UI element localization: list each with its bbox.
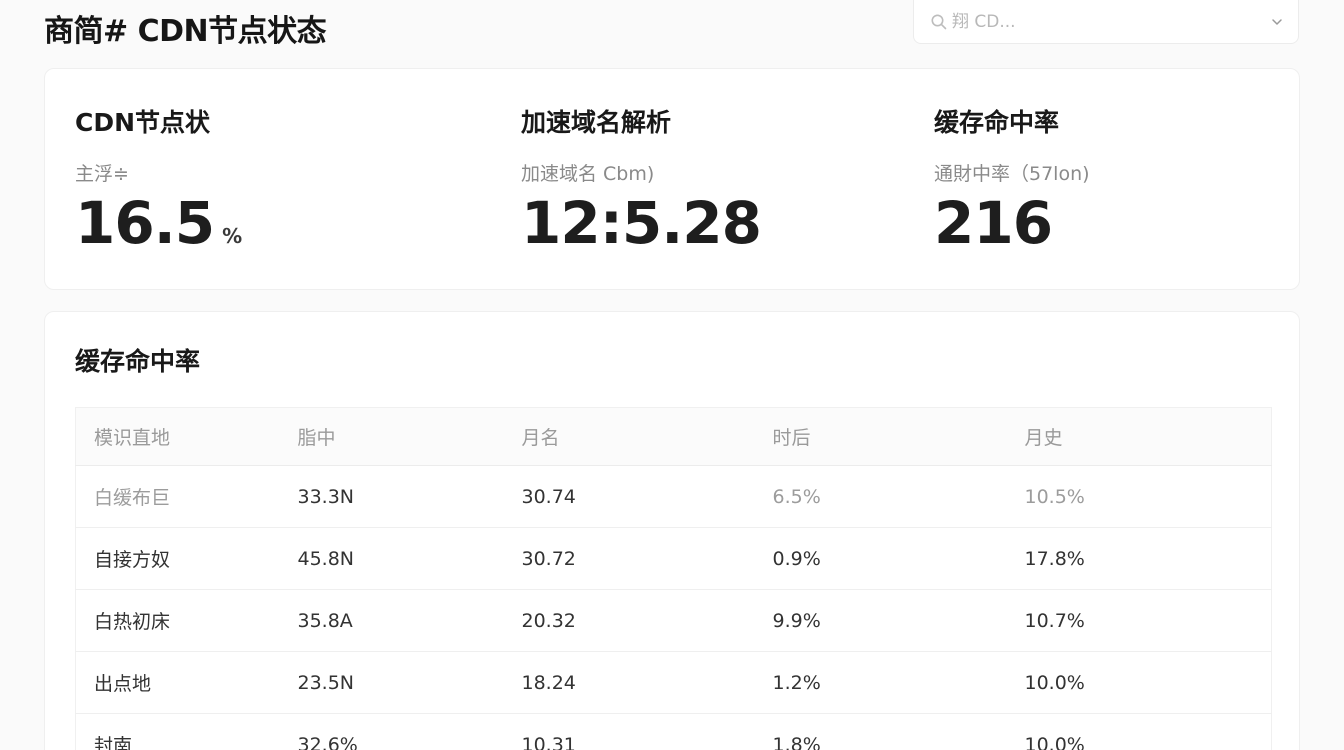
- table-cell: 6.5%: [754, 465, 1007, 528]
- stat-value-row: 12:5.28: [521, 187, 762, 259]
- table-row[interactable]: 白缓布巨 33.3N 30.74 6.5% 10.5%: [75, 465, 1272, 528]
- search-icon: [931, 14, 947, 29]
- data-table: 模识直地 脂中 月名 时后 月史 白缓布巨 33.3N 30.74 6.5% 1…: [75, 407, 1272, 750]
- search-box[interactable]: [913, 0, 1299, 44]
- search-input[interactable]: [952, 11, 1270, 32]
- column-header[interactable]: 时后: [754, 407, 1007, 466]
- table-cell: 35.8A: [279, 589, 504, 652]
- table-row[interactable]: 白热初床 35.8A 20.32 9.9% 10.7%: [75, 589, 1272, 652]
- stat-title: 缓存命中率: [934, 108, 1060, 137]
- table-cell: 自接方奴: [75, 527, 280, 590]
- column-header[interactable]: 脂中: [279, 407, 504, 466]
- stat-value-row: 216: [934, 187, 1053, 259]
- stat-title: 加速域名解析: [521, 108, 672, 137]
- chevron-down-icon[interactable]: [1270, 15, 1284, 29]
- table-row[interactable]: 封南 32.6% 10.31 1.8% 10.0%: [75, 713, 1272, 750]
- table-row[interactable]: 自接方奴 45.8N 30.72 0.9% 17.8%: [75, 527, 1272, 590]
- table-cell: 30.72: [503, 527, 755, 590]
- table-cell: 封南: [75, 713, 280, 750]
- table-cell: 10.7%: [1006, 589, 1272, 652]
- column-header[interactable]: 月史: [1006, 407, 1272, 466]
- column-header[interactable]: 模识直地: [75, 407, 280, 466]
- table-header-row: 模识直地 脂中 月名 时后 月史: [75, 407, 1272, 466]
- table-title: 缓存命中率: [75, 347, 201, 376]
- table-cell: 17.8%: [1006, 527, 1272, 590]
- stat-title: CDN节点状: [75, 108, 211, 137]
- column-header[interactable]: 月名: [503, 407, 755, 466]
- table-cell: 10.31: [503, 713, 755, 750]
- table-cell: 10.0%: [1006, 713, 1272, 750]
- table-cell: 0.9%: [754, 527, 1007, 590]
- table-cell: 1.8%: [754, 713, 1007, 750]
- cache-hit-table-card: 缓存命中率 模识直地 脂中 月名 时后 月史 白缓布巨 33.3N 30.74: [44, 311, 1300, 750]
- table-cell: 9.9%: [754, 589, 1007, 652]
- table-cell: 33.3N: [279, 465, 504, 528]
- stat-subtitle: 主浮≑: [75, 163, 129, 185]
- table-cell: 1.2%: [754, 651, 1007, 714]
- page-title: 商简# CDN节点状态: [44, 14, 327, 49]
- table-cell: 10.0%: [1006, 651, 1272, 714]
- table-cell: 出点地: [75, 651, 280, 714]
- stat-unit: %: [222, 224, 243, 248]
- table-cell: 30.74: [503, 465, 755, 528]
- stat-value: 12:5.28: [521, 189, 762, 257]
- page: 商简# CDN节点状态 CDN节点状 主浮≑ 16.5 % 加速域名解析 加速域…: [0, 0, 1344, 750]
- table-cell: 白缓布巨: [75, 465, 280, 528]
- header: 商简# CDN节点状态: [0, 0, 1344, 62]
- table-cell: 32.6%: [279, 713, 504, 750]
- table-row[interactable]: 出点地 23.5N 18.24 1.2% 10.0%: [75, 651, 1272, 714]
- table-cell: 23.5N: [279, 651, 504, 714]
- table-cell: 10.5%: [1006, 465, 1272, 528]
- table-cell: 20.32: [503, 589, 755, 652]
- stat-value: 16.5: [75, 189, 215, 257]
- table-cell: 白热初床: [75, 589, 280, 652]
- stats-card: CDN节点状 主浮≑ 16.5 % 加速域名解析 加速域名 Cbm) 12:5.…: [44, 68, 1300, 290]
- stat-value: 216: [934, 189, 1053, 257]
- table-cell: 18.24: [503, 651, 755, 714]
- table-cell: 45.8N: [279, 527, 504, 590]
- stat-subtitle: 通財中率（57lon): [934, 163, 1090, 185]
- stat-subtitle: 加速域名 Cbm): [521, 163, 655, 185]
- stat-value-row: 16.5 %: [75, 187, 242, 259]
